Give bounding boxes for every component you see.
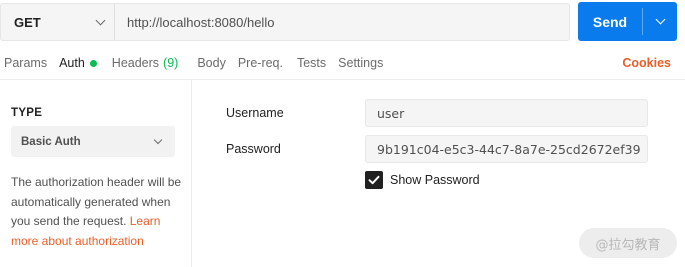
request-tabs: Params Auth Headers (9) Body Pre-req. Tes… <box>0 50 395 76</box>
tab-params[interactable]: Params <box>4 56 47 70</box>
tab-label: Body <box>197 56 226 70</box>
checkmark-icon <box>368 175 380 185</box>
cookies-link[interactable]: Cookies <box>622 56 671 70</box>
password-field[interactable]: 9b191c04-e5c3-44c7-8a7e-25cd2672ef39 <box>365 135 648 163</box>
show-password-label: Show Password <box>390 173 480 187</box>
chevron-down-icon <box>655 14 665 25</box>
send-options-button[interactable] <box>643 2 677 41</box>
send-button[interactable]: Send <box>578 2 677 41</box>
tab-settings[interactable]: Settings <box>338 56 383 70</box>
username-field[interactable]: user <box>365 99 648 127</box>
tab-auth[interactable]: Auth <box>59 56 97 70</box>
tab-pre-request[interactable]: Pre-req. <box>238 56 283 70</box>
auth-type-heading: TYPE <box>11 107 43 119</box>
request-bar: GET http://localhost:8080/hello <box>0 3 570 41</box>
auth-type-select[interactable]: Basic Auth <box>11 126 175 157</box>
tab-tests[interactable]: Tests <box>297 56 326 70</box>
watermark: @拉勾教育 <box>579 228 677 258</box>
auth-type-value: Basic Auth <box>21 135 81 148</box>
chevron-down-icon <box>95 15 106 25</box>
tab-label: Auth <box>59 56 85 70</box>
auth-description: The authorization header will be automat… <box>11 173 183 251</box>
chevron-down-icon <box>153 135 163 144</box>
url-input[interactable]: http://localhost:8080/hello <box>115 4 569 40</box>
tab-label: Pre-req. <box>237 56 283 70</box>
username-label: Username <box>226 106 284 120</box>
tab-label: Settings <box>338 56 384 70</box>
send-label: Send <box>592 13 628 30</box>
headers-count: (9) <box>163 56 179 70</box>
method-label: GET <box>14 14 41 30</box>
tab-headers[interactable]: Headers (9) <box>112 56 179 70</box>
tab-label: Params <box>4 56 48 70</box>
method-select[interactable]: GET <box>1 4 115 40</box>
tab-body[interactable]: Body <box>197 56 226 70</box>
show-password-checkbox[interactable] <box>365 171 383 189</box>
active-dot-icon <box>89 59 97 67</box>
password-label: Password <box>226 142 281 156</box>
auth-type-pane: TYPE Basic Auth The authorization header… <box>0 80 192 267</box>
tab-label: Headers <box>111 56 160 70</box>
tab-label: Tests <box>296 56 327 70</box>
